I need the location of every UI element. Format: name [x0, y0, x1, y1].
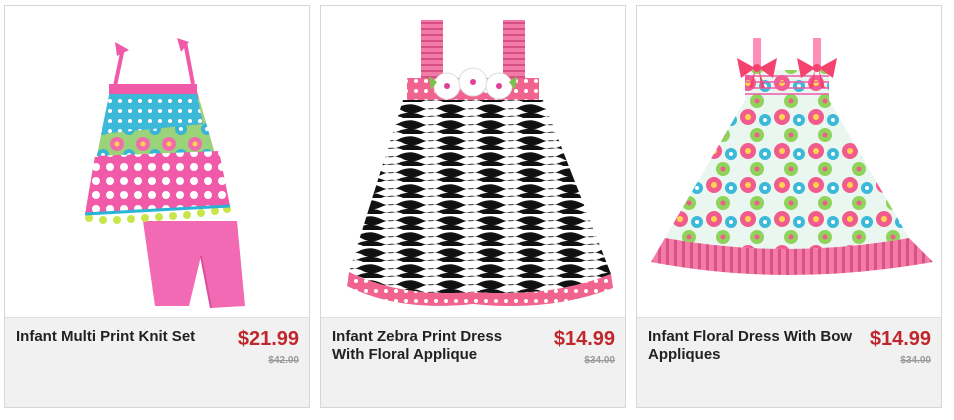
product-card-zebra-print-dress[interactable]: Infant Zebra Print Dress With Floral App… [320, 5, 626, 408]
floral-dress-image [651, 38, 933, 275]
product-grid: Infant Multi Print Knit Set $21.99 $42.0… [4, 5, 950, 410]
product-image[interactable] [637, 6, 941, 317]
product-name[interactable]: Infant Floral Dress With Bow Appliques [648, 328, 853, 364]
product-card-floral-dress[interactable]: Infant Floral Dress With Bow Appliques $… [636, 5, 942, 408]
product-name[interactable]: Infant Zebra Print Dress With Floral App… [332, 328, 537, 364]
product-price: $21.99 [237, 328, 299, 350]
product-name[interactable]: Infant Multi Print Knit Set [16, 328, 221, 346]
product-info: Infant Multi Print Knit Set $21.99 $42.0… [5, 317, 309, 407]
product-image[interactable] [321, 6, 625, 317]
product-price: $14.99 [869, 328, 931, 350]
product-original-price: $42.00 [268, 355, 299, 366]
product-info: Infant Zebra Print Dress With Floral App… [321, 317, 625, 407]
product-original-price: $34.00 [584, 355, 615, 366]
product-price: $14.99 [553, 328, 615, 350]
multi-print-knit-set-image [84, 38, 245, 309]
zebra-print-dress-image [347, 20, 613, 306]
product-original-price: $34.00 [900, 355, 931, 366]
product-info: Infant Floral Dress With Bow Appliques $… [637, 317, 941, 407]
product-card-multi-print-knit-set[interactable]: Infant Multi Print Knit Set $21.99 $42.0… [4, 5, 310, 408]
product-image[interactable] [5, 6, 309, 317]
